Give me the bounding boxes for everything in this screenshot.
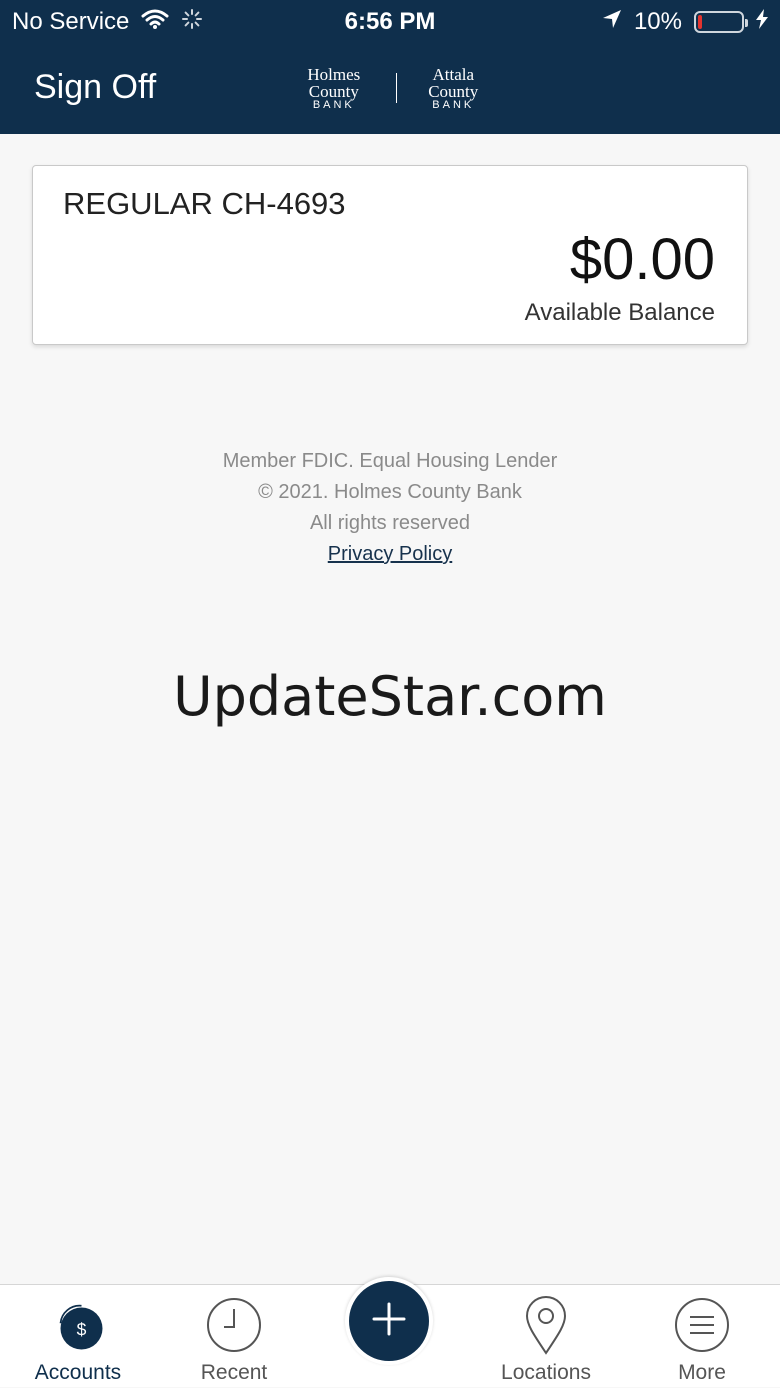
account-name: REGULAR CH-4693 bbox=[63, 186, 346, 221]
status-right: 10% bbox=[602, 8, 768, 36]
carrier-text: No Service bbox=[12, 8, 130, 35]
plus-icon bbox=[372, 1302, 406, 1341]
logo-right-name: Attala County bbox=[428, 64, 479, 101]
loading-spinner-icon bbox=[181, 8, 203, 37]
logo-right-sub: BANK bbox=[432, 98, 475, 111]
tab-locations[interactable]: Locations bbox=[468, 1285, 624, 1388]
privacy-policy-link[interactable]: Privacy Policy bbox=[328, 543, 452, 565]
battery-icon bbox=[694, 11, 748, 33]
bank-logo: Holmes County BANK Attala County BANK bbox=[286, 66, 497, 111]
tab-accounts[interactable]: $ Accounts bbox=[0, 1285, 156, 1388]
svg-text:$: $ bbox=[77, 1320, 87, 1340]
accounts-dollar-icon: $ bbox=[50, 1297, 106, 1353]
copyright-text: © 2021. Holmes County Bank bbox=[258, 481, 522, 503]
battery-level bbox=[698, 15, 703, 29]
tab-accounts-label: Accounts bbox=[34, 1361, 122, 1384]
account-balance: $0.00 bbox=[569, 227, 715, 292]
wifi-icon bbox=[141, 8, 169, 37]
location-arrow-icon bbox=[602, 8, 622, 36]
legal-footer: Member FDIC. Equal Housing Lender © 2021… bbox=[0, 446, 780, 570]
logo-attala: Attala County BANK bbox=[411, 66, 497, 111]
charging-bolt-icon bbox=[756, 8, 768, 36]
map-pin-icon bbox=[518, 1296, 574, 1355]
logo-left-sub: BANK bbox=[312, 98, 355, 111]
logo-holmes: Holmes County BANK bbox=[286, 66, 382, 111]
add-button[interactable] bbox=[345, 1277, 433, 1365]
watermark-text: UpdateStar.com bbox=[173, 665, 607, 728]
logo-divider bbox=[395, 73, 397, 103]
status-bar: No Service 6:56 PM 10% bbox=[0, 0, 780, 44]
tab-recent[interactable]: Recent bbox=[156, 1285, 312, 1388]
tab-more[interactable]: More bbox=[624, 1285, 780, 1388]
balance-label: Available Balance bbox=[524, 299, 715, 326]
rights-text: All rights reserved bbox=[309, 512, 471, 534]
sign-off-button[interactable]: Sign Off bbox=[34, 68, 156, 107]
account-card[interactable]: REGULAR CH-4693 $0.00 Available Balance bbox=[32, 165, 748, 345]
tab-locations-label: Locations bbox=[501, 1361, 591, 1384]
tab-more-label: More bbox=[678, 1361, 726, 1384]
fdic-text: Member FDIC. Equal Housing Lender bbox=[222, 450, 558, 472]
battery-percent: 10% bbox=[633, 8, 682, 35]
menu-icon bbox=[674, 1297, 730, 1353]
status-left: No Service bbox=[12, 8, 203, 37]
app-header: Sign Off Holmes County BANK Attala Count… bbox=[0, 44, 780, 134]
tab-recent-label: Recent bbox=[200, 1361, 268, 1384]
clock-icon bbox=[206, 1297, 262, 1353]
logo-left-name: Holmes County bbox=[307, 64, 361, 101]
